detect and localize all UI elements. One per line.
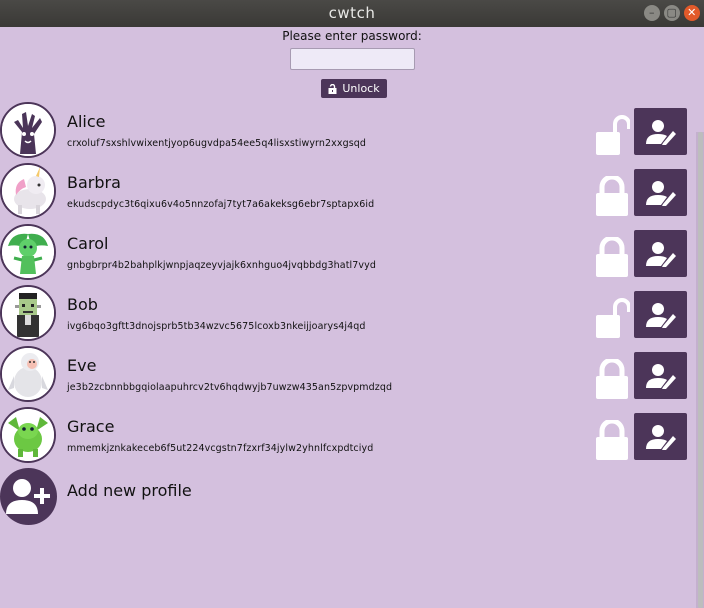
profile-onion-address: mmemkjznkakeceb6f5ut224vcgstn7fzxrf34jyl…: [67, 443, 374, 454]
profile-lock-toggle[interactable]: [594, 357, 630, 399]
profile-avatar[interactable]: [0, 407, 56, 463]
edit-profile-button[interactable]: [634, 230, 687, 277]
profile-row[interactable]: Grace mmemkjznkakeceb6f5ut224vcgstn7fzxrf…: [0, 407, 690, 465]
window-titlebar: cwtch – ▢ ✕: [0, 0, 704, 27]
password-input[interactable]: [290, 48, 415, 70]
profile-row[interactable]: Eve je3b2zcbnnbbgqiolaapuhrcv2tv6hqdwyjb7…: [0, 346, 690, 404]
profile-lock-toggle[interactable]: [594, 298, 631, 338]
profile-name: Carol: [67, 234, 109, 253]
edit-profile-button[interactable]: [634, 108, 687, 155]
edit-profile-icon: [645, 120, 676, 145]
profile-name: Eve: [67, 356, 97, 375]
profile-lock-toggle[interactable]: [594, 418, 630, 460]
profile-onion-address: ekudscpdyc3t6qixu6v4o5nnzofaj7tyt7a6akek…: [67, 199, 375, 210]
edit-profile-icon: [645, 242, 676, 267]
profile-lock-toggle[interactable]: [594, 174, 630, 216]
profile-onion-address: crxoluf7sxshlvwixentjyop6ugvdpa54ee5q4li…: [67, 138, 367, 149]
profile-name: Alice: [67, 112, 106, 131]
profile-onion-address: gnbgbrpr4b2bahplkjwnpjaqzeyvjajk6xnhguo4…: [67, 260, 376, 271]
profile-row[interactable]: Alice crxoluf7sxshlvwixentjyop6ugvdpa54ee…: [0, 102, 690, 160]
lock-open-icon: [596, 298, 631, 338]
profile-name: Bob: [67, 295, 98, 314]
unlock-button[interactable]: Unlock: [321, 79, 387, 98]
profile-avatar[interactable]: [0, 102, 56, 158]
edit-profile-icon: [645, 364, 676, 389]
edit-profile-button[interactable]: [634, 291, 687, 338]
profile-avatar[interactable]: [0, 163, 56, 219]
add-profile-icon[interactable]: [0, 468, 57, 525]
scrollbar-thumb[interactable]: [698, 132, 703, 608]
add-profile-label: Add new profile: [67, 481, 192, 500]
unlock-button-label: Unlock: [342, 82, 380, 95]
edit-profile-button[interactable]: [634, 413, 687, 460]
profile-lock-toggle[interactable]: [594, 235, 630, 277]
profile-avatar[interactable]: [0, 285, 56, 341]
lock-closed-icon: [596, 418, 628, 460]
profile-name: Barbra: [67, 173, 121, 192]
profile-avatar[interactable]: [0, 224, 56, 280]
lock-closed-icon: [596, 357, 628, 399]
edit-profile-button[interactable]: [634, 352, 687, 399]
add-profile-row[interactable]: Add new profile: [0, 468, 300, 526]
profile-row[interactable]: Barbra ekudscpdyc3t6qixu6v4o5nnzofaj7tyt7…: [0, 163, 690, 221]
profile-onion-address: je3b2zcbnnbbgqiolaapuhrcv2tv6hqdwyjb7uwz…: [67, 382, 393, 393]
edit-profile-icon: [645, 425, 676, 450]
profile-row[interactable]: Bob ivg6bqo3gftt3dnojsprb5tb34wzvc5675lco…: [0, 285, 690, 343]
lock-closed-icon: [596, 235, 628, 277]
window-title: cwtch: [328, 4, 376, 22]
profile-lock-toggle[interactable]: [594, 115, 631, 155]
minimize-button[interactable]: –: [644, 5, 660, 21]
maximize-button[interactable]: ▢: [664, 5, 680, 21]
edit-profile-button[interactable]: [634, 169, 687, 216]
lock-open-icon: [596, 115, 631, 155]
close-button[interactable]: ✕: [684, 5, 700, 21]
password-label: Please enter password:: [282, 29, 422, 43]
profile-onion-address: ivg6bqo3gftt3dnojsprb5tb34wzvc5675lcoxb3…: [67, 321, 366, 332]
lock-open-icon: [328, 83, 337, 94]
profile-avatar[interactable]: [0, 346, 56, 402]
profile-name: Grace: [67, 417, 115, 436]
edit-profile-icon: [645, 303, 676, 328]
edit-profile-icon: [645, 181, 676, 206]
lock-closed-icon: [596, 174, 628, 216]
profile-row[interactable]: Carol gnbgbrpr4b2bahplkjwnpjaqzeyvjajk6xn…: [0, 224, 690, 282]
